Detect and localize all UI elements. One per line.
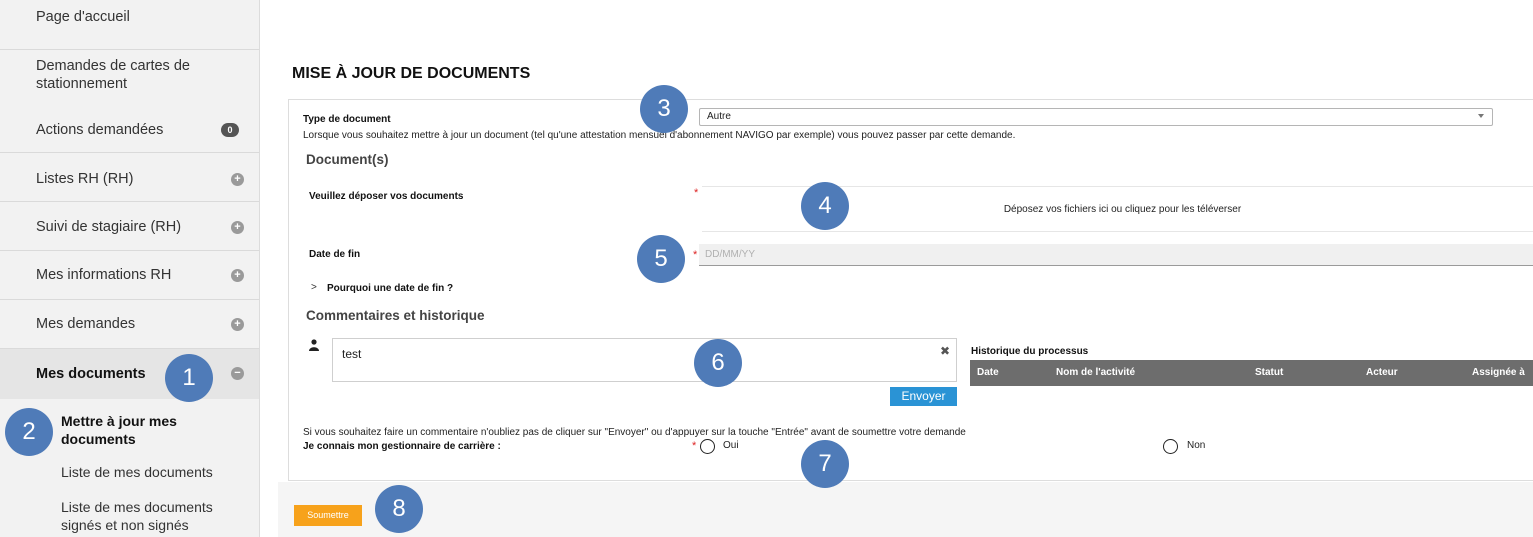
- history-col-actor: Acteur: [1366, 367, 1398, 378]
- chevron-right-icon[interactable]: >: [311, 282, 317, 293]
- send-button[interactable]: Envoyer: [890, 387, 957, 406]
- annotation-marker-1: 1: [165, 354, 213, 402]
- form-panel: [288, 99, 1533, 481]
- sidebar-item-intern-tracking[interactable]: Suivi de stagiaire (RH) +: [0, 202, 259, 251]
- sidebar-item-label: Page d'accueil: [36, 9, 130, 25]
- sidebar-item-label: Demandes de cartes de stationnement: [36, 58, 190, 92]
- sidebar: Page d'accueil Demandes de cartes de sta…: [0, 0, 260, 537]
- sidebar-item-label: Mes demandes: [36, 316, 136, 332]
- sidebar-item-parking-cards[interactable]: Demandes de cartes de stationnement: [0, 50, 259, 104]
- submit-button[interactable]: Soumettre: [294, 505, 362, 526]
- doc-type-value: Autre: [707, 111, 731, 122]
- sidebar-item-requested-actions[interactable]: Actions demandées 0: [0, 104, 259, 153]
- form-footer: [278, 482, 1533, 537]
- career-manager-label: Je connais mon gestionnaire de carrière …: [303, 441, 501, 452]
- comment-input[interactable]: test ✖: [332, 338, 957, 382]
- comment-note: Si vous souhaitez faire un commentaire n…: [303, 427, 966, 438]
- end-date-input[interactable]: DD/MM/YY: [699, 244, 1533, 266]
- upload-label: Veuillez déposer vos documents: [309, 191, 464, 202]
- documents-section-title: Document(s): [306, 152, 389, 167]
- annotation-marker-5: 5: [637, 235, 685, 283]
- chevron-down-icon: [1478, 114, 1484, 118]
- sidebar-item-label: Mes documents: [36, 366, 146, 382]
- count-badge: 0: [221, 123, 239, 137]
- history-col-status: Statut: [1255, 367, 1284, 378]
- plus-icon[interactable]: +: [231, 173, 244, 186]
- end-date-label: Date de fin: [309, 249, 361, 260]
- minus-icon[interactable]: −: [231, 367, 244, 380]
- plus-icon[interactable]: +: [231, 269, 244, 282]
- end-date-placeholder: DD/MM/YY: [705, 249, 755, 260]
- history-title: Historique du processus: [971, 346, 1089, 357]
- sidebar-subitem-update-documents[interactable]: Mettre à jour mes documents: [61, 412, 211, 448]
- annotation-marker-2: 2: [5, 408, 53, 456]
- sidebar-item-label: Actions demandées: [36, 122, 164, 138]
- history-col-date: Date: [977, 367, 999, 378]
- history-table-header: Date Nom de l'activité Statut Acteur Ass…: [970, 360, 1533, 386]
- history-col-assignee: Assignée à: [1472, 367, 1525, 378]
- radio-yes-label[interactable]: Oui: [723, 440, 739, 451]
- required-mark: *: [694, 187, 699, 199]
- required-mark: *: [693, 249, 698, 261]
- sidebar-item-hr-lists[interactable]: Listes RH (RH) +: [0, 153, 259, 202]
- doc-type-select[interactable]: Autre: [699, 108, 1493, 126]
- annotation-marker-6: 6: [694, 339, 742, 387]
- radio-no[interactable]: [1163, 439, 1178, 454]
- sidebar-subitem-signed-documents[interactable]: Liste de mes documents signés et non sig…: [61, 498, 231, 534]
- sidebar-item-home[interactable]: Page d'accueil: [0, 0, 259, 50]
- annotation-marker-4: 4: [801, 182, 849, 230]
- app-root: Page d'accueil Demandes de cartes de sta…: [0, 0, 1533, 537]
- sidebar-item-my-documents[interactable]: Mes documents −: [0, 349, 259, 399]
- user-icon: [309, 339, 319, 351]
- doc-type-label: Type de document: [303, 114, 391, 125]
- annotation-marker-7: 7: [801, 440, 849, 488]
- history-col-activity: Nom de l'activité: [1056, 367, 1136, 378]
- annotation-marker-8: 8: [375, 485, 423, 533]
- required-mark: *: [692, 440, 697, 452]
- page-title: MISE À JOUR DE DOCUMENTS: [292, 65, 531, 82]
- sidebar-item-label: Listes RH (RH): [36, 171, 134, 187]
- comments-section-title: Commentaires et historique: [306, 308, 485, 323]
- plus-icon[interactable]: +: [231, 221, 244, 234]
- sidebar-item-my-requests[interactable]: Mes demandes +: [0, 300, 259, 349]
- sidebar-item-label: Mes informations RH: [36, 267, 172, 283]
- comment-value: test: [342, 347, 362, 361]
- radio-no-label[interactable]: Non: [1187, 440, 1205, 451]
- annotation-marker-3: 3: [640, 85, 688, 133]
- sidebar-item-label: Suivi de stagiaire (RH): [36, 219, 182, 235]
- why-end-date-toggle[interactable]: Pourquoi une date de fin ?: [327, 283, 453, 294]
- plus-icon[interactable]: +: [231, 318, 244, 331]
- close-icon[interactable]: ✖: [940, 344, 950, 358]
- sidebar-subitem-document-list[interactable]: Liste de mes documents: [61, 463, 213, 481]
- dropzone-text: Déposez vos fichiers ici ou cliquez pour…: [1003, 204, 1242, 215]
- sidebar-item-hr-info[interactable]: Mes informations RH +: [0, 251, 259, 300]
- radio-yes[interactable]: [700, 439, 715, 454]
